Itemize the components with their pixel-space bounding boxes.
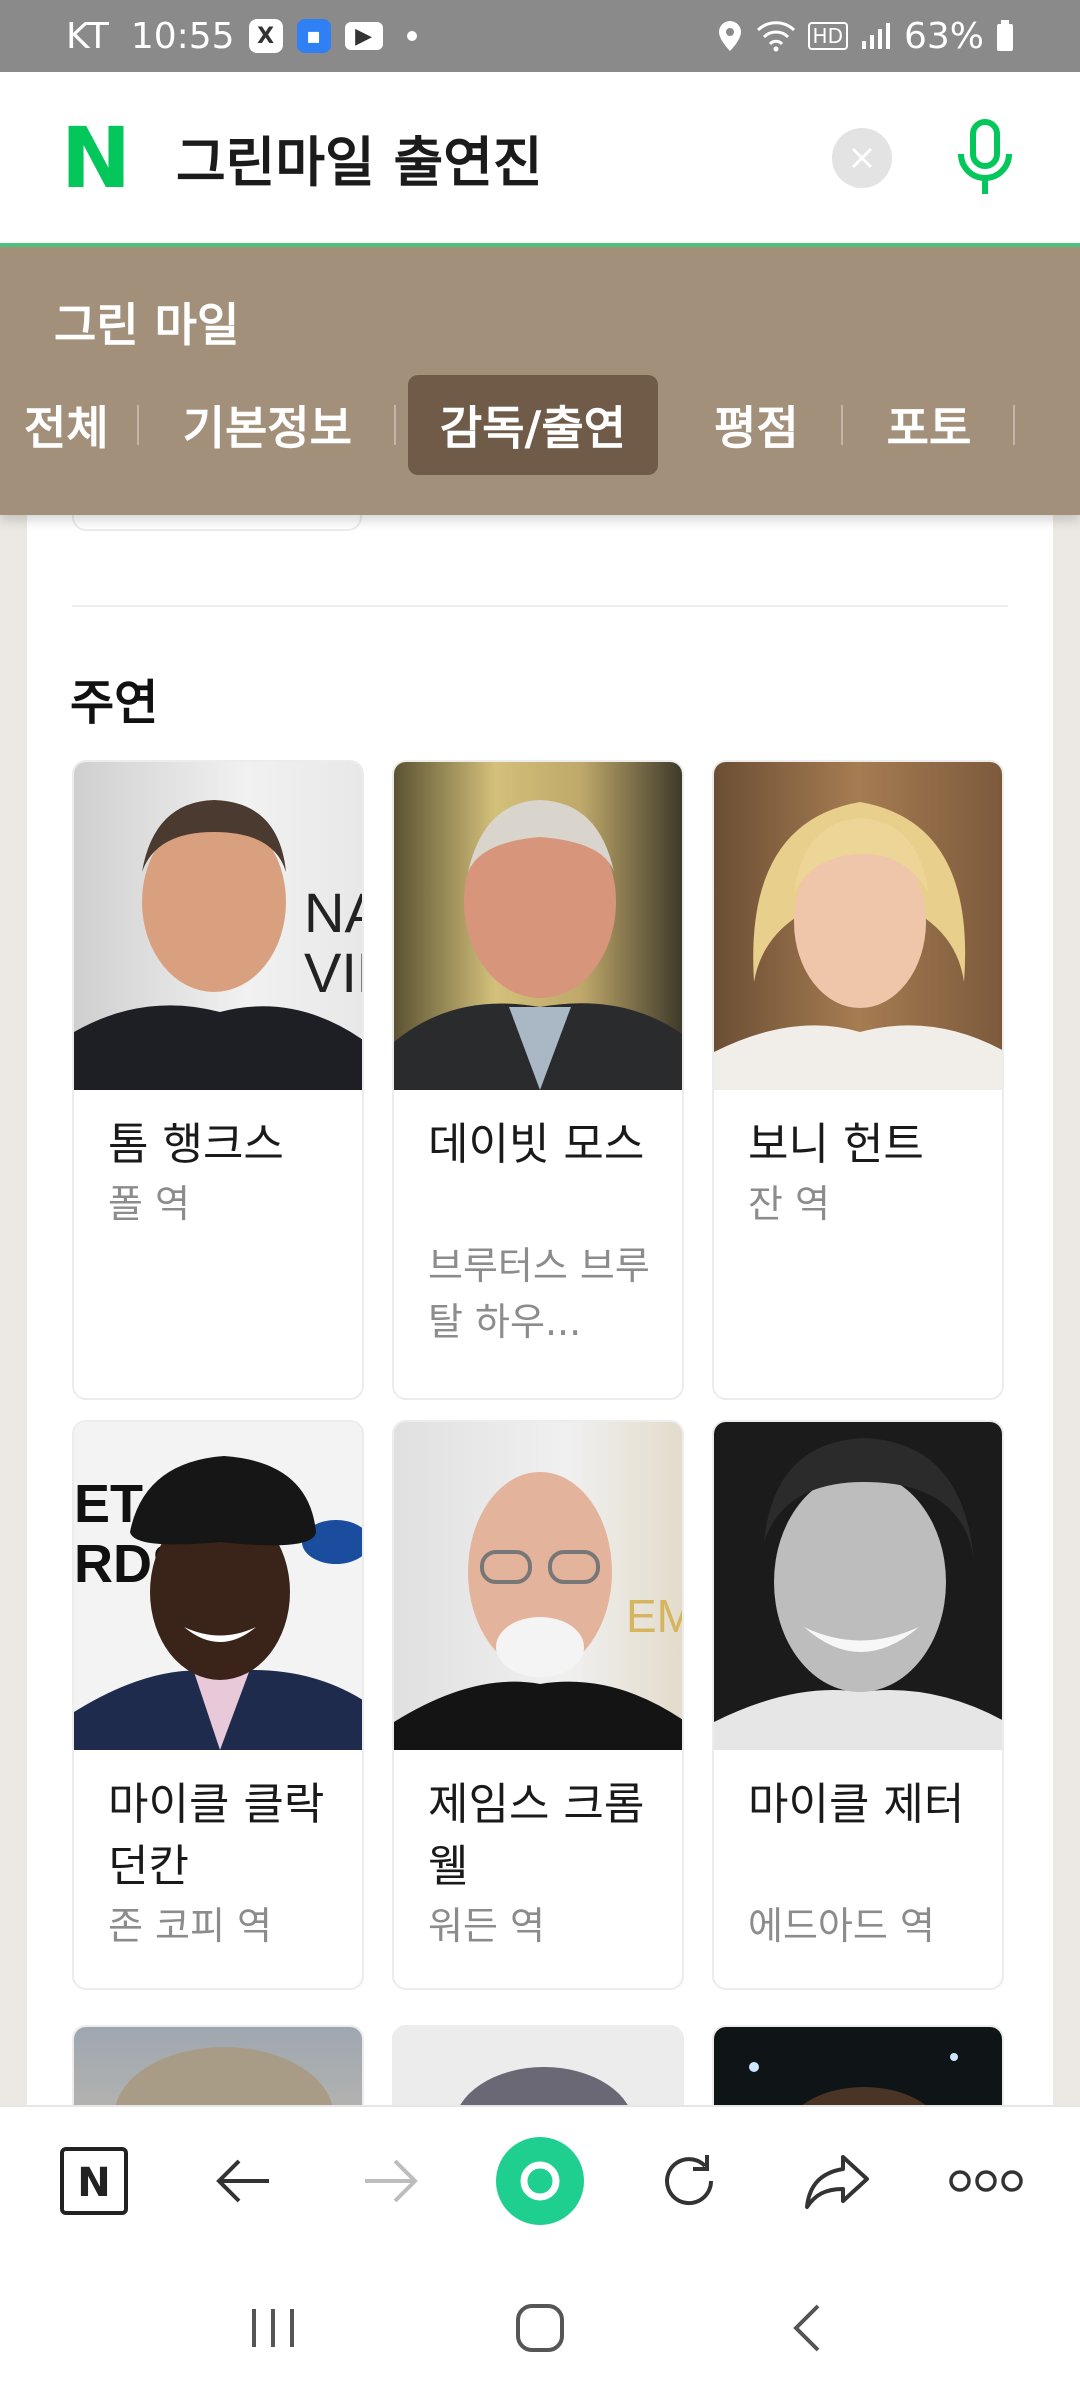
actor-role: 브루터스 브루탈 하우... <box>428 1244 650 1344</box>
tab-ratings[interactable]: 평점 <box>670 375 843 475</box>
tab-all[interactable]: 전체 <box>0 375 139 475</box>
movie-title: 그린 마일 <box>54 298 240 352</box>
naver-home-button[interactable]: N <box>49 2136 139 2226</box>
tab-bar: 전체 기본정보 감독/출연 평점 포토 <box>0 375 1015 475</box>
tab-label: 기본정보 <box>182 401 352 455</box>
portrait-image <box>394 800 682 1090</box>
more-button[interactable] <box>941 2136 1031 2226</box>
cast-card[interactable]: EM 제임스 크롬웰 워든 역 <box>392 1420 684 1990</box>
refresh-button[interactable] <box>644 2136 734 2226</box>
more-icon <box>948 2170 1023 2192</box>
status-bar: KT 10:55 X ▪ ▶ HD 63% <box>0 0 1080 72</box>
back-icon <box>792 2304 820 2351</box>
cast-card[interactable]: ET RDS 마이클 클락 던칸 존 코피 역 <box>72 1420 364 1990</box>
close-icon <box>851 147 873 168</box>
search-header: N 그린마일 출연진 <box>0 72 1080 247</box>
actor-name: 제임스 크롬웰 <box>428 1779 645 1892</box>
forward-button[interactable] <box>346 2136 436 2226</box>
green-dot-button[interactable] <box>495 2136 585 2226</box>
refresh-icon <box>664 2155 713 2206</box>
actor-name: 마이클 제터 <box>748 1779 965 1830</box>
recents-icon <box>252 2308 295 2347</box>
tab-basic-info[interactable]: 기본정보 <box>139 375 397 475</box>
back-arrow-icon <box>216 2159 269 2203</box>
cast-card[interactable]: 보니 헌트 잔 역 <box>712 760 1004 1400</box>
section-divider <box>72 605 1008 607</box>
tab-label: 포토 <box>886 401 972 455</box>
actor-photo: NA VIE <box>74 762 362 1090</box>
signal-icon <box>861 23 890 49</box>
youtube-app-icon: ▶ <box>344 22 383 50</box>
portrait-image <box>714 802 1002 1090</box>
actor-name: 보니 헌트 <box>748 1119 924 1170</box>
portrait-image: EM <box>394 1472 682 1750</box>
svg-text:NA: NA <box>304 881 362 944</box>
share-button[interactable] <box>792 2136 882 2226</box>
actor-photo <box>714 1422 1002 1750</box>
svg-text:VIE: VIE <box>304 941 362 1004</box>
cast-content: 주연 NA VIE 톰 행크스 폴 역 데이빗 모스 브루터스 브루탈 하우..… <box>27 515 1053 2145</box>
actor-name: 데이빗 모스 <box>428 1119 645 1170</box>
voice-search-button[interactable] <box>950 118 1020 198</box>
cast-card[interactable]: 데이빗 모스 브루터스 브루탈 하우... <box>392 760 684 1400</box>
actor-photo <box>714 762 1002 1090</box>
microphone-icon <box>958 118 1012 194</box>
actor-photo <box>394 762 682 1090</box>
x-app-icon: X <box>248 19 283 53</box>
actor-name: 마이클 클락 던칸 <box>108 1779 325 1892</box>
forward-arrow-icon <box>365 2159 419 2203</box>
naver-logo-icon[interactable]: N <box>60 116 132 200</box>
movie-header: 그린 마일 전체 기본정보 감독/출연 평점 포토 <box>0 247 1080 515</box>
tab-label: 평점 <box>714 401 799 455</box>
recents-button[interactable] <box>228 2283 318 2373</box>
svg-text:EM: EM <box>626 1590 682 1642</box>
portrait-image: ET RDS <box>74 1456 362 1750</box>
actor-photo: ET RDS <box>74 1422 362 1750</box>
wifi-icon <box>756 21 795 52</box>
browser-toolbar: N <box>0 2105 1080 2255</box>
clear-search-button[interactable] <box>832 127 892 188</box>
tab-photos[interactable]: 포토 <box>843 375 1016 475</box>
battery-icon <box>997 20 1013 51</box>
actor-role: 에드아드 역 <box>748 1904 935 1948</box>
tab-label: 감독/출연 <box>439 401 627 455</box>
actor-name: 톰 행크스 <box>108 1119 284 1170</box>
home-button[interactable] <box>495 2283 585 2373</box>
previous-card-edge <box>72 515 362 531</box>
system-back-button[interactable] <box>762 2283 852 2373</box>
portrait-image: NA VIE <box>74 800 362 1090</box>
section-title-lead-cast: 주연 <box>70 675 159 731</box>
hd-icon: HD <box>807 22 848 50</box>
actor-photo: EM <box>394 1422 682 1750</box>
carrier-label: KT <box>66 15 109 57</box>
search-query[interactable]: 그린마일 출연진 <box>176 118 543 197</box>
share-icon <box>805 2155 870 2209</box>
cast-card[interactable]: 마이클 제터 에드아드 역 <box>712 1420 1004 1990</box>
system-nav-bar <box>0 2255 1080 2400</box>
notification-dot-icon <box>406 31 417 41</box>
home-icon <box>515 2303 564 2352</box>
green-dot-icon <box>495 2137 584 2225</box>
actor-role: 잔 역 <box>748 1182 830 1226</box>
cast-card[interactable]: NA VIE 톰 행크스 폴 역 <box>72 760 364 1400</box>
svg-text:N: N <box>78 2160 111 2206</box>
actor-role: 워든 역 <box>428 1904 545 1948</box>
tab-label: 전체 <box>24 401 109 455</box>
actor-role: 폴 역 <box>108 1182 190 1226</box>
naver-home-icon: N <box>60 2147 129 2215</box>
tab-director-cast[interactable]: 감독/출연 <box>407 375 659 475</box>
actor-role: 존 코피 역 <box>108 1904 272 1948</box>
clock: 10:55 <box>130 15 235 57</box>
portrait-image <box>714 1438 1002 1750</box>
folder-app-icon: ▪ <box>296 19 331 53</box>
battery-label: 63% <box>903 15 984 57</box>
location-icon <box>718 21 741 51</box>
back-button[interactable] <box>198 2136 288 2226</box>
